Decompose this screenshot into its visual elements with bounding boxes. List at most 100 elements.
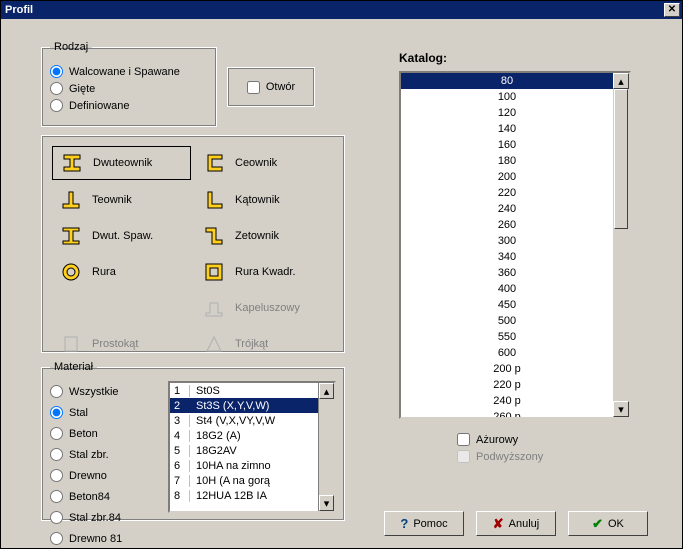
katalog-row[interactable]: 200: [401, 169, 613, 185]
katalog-row[interactable]: 220: [401, 185, 613, 201]
right-checks: Ażurowy Podwyższony: [457, 429, 543, 467]
katalog-row[interactable]: 260 p: [401, 409, 613, 419]
dialog-profil: Profil ✕ Rodzaj Walcowane i Spawane Gięt…: [0, 0, 683, 549]
check-otwor[interactable]: Otwór: [247, 81, 295, 94]
radio-walcowane-input[interactable]: [50, 65, 63, 78]
katalog-row[interactable]: 500: [401, 313, 613, 329]
angle-icon: [203, 189, 225, 211]
scrollbar[interactable]: ▴ ▾: [318, 383, 334, 511]
katalog-row[interactable]: 80: [401, 73, 613, 89]
check-azurowy[interactable]: Ażurowy: [457, 433, 543, 446]
help-icon: ?: [400, 516, 408, 531]
rodzaj-legend: Rodzaj: [50, 41, 92, 53]
shape-ceownik[interactable]: Ceownik: [195, 146, 334, 180]
square-pipe-icon: [203, 261, 225, 283]
close-button[interactable]: ✕: [664, 3, 680, 17]
anuluj-button[interactable]: ✘ Anuluj: [476, 511, 556, 536]
radio-wszystkie[interactable]: Wszystkie: [50, 385, 158, 398]
check-otwor-input[interactable]: [247, 81, 260, 94]
katalog-row[interactable]: 600: [401, 345, 613, 361]
katalog-row[interactable]: 240 p: [401, 393, 613, 409]
shape-label: Dwut. Spaw.: [92, 230, 153, 242]
katalog-row[interactable]: 340: [401, 249, 613, 265]
scroll-thumb[interactable]: [614, 89, 628, 229]
katalog-row[interactable]: 400: [401, 281, 613, 297]
katalog-row[interactable]: 240: [401, 201, 613, 217]
material-list-row[interactable]: 518G2AV: [170, 443, 334, 458]
katalog-row[interactable]: 450: [401, 297, 613, 313]
scroll-up-icon[interactable]: ▴: [319, 383, 334, 399]
katalog-row[interactable]: 360: [401, 265, 613, 281]
radio-definiowane-input[interactable]: [50, 99, 63, 112]
material-list-row[interactable]: 710H (A na gorą: [170, 473, 334, 488]
button-bar: ? Pomoc ✘ Anuluj ✔ OK: [384, 511, 648, 536]
material-list-row[interactable]: 3St4 (V,X,VY,V,W: [170, 413, 334, 428]
shape-label: Rura Kwadr.: [235, 266, 296, 278]
check-podwyzszony: Podwyższony: [457, 450, 543, 463]
triangle-icon: [203, 333, 225, 355]
shape-prostokat: Prostokąt: [52, 328, 191, 360]
shape-trojkat: Trójkąt: [195, 328, 334, 360]
shape-label: Prostokąt: [92, 338, 138, 350]
shape-dwut-spaw[interactable]: Dwut. Spaw.: [52, 220, 191, 252]
shape-label: Kątownik: [235, 194, 280, 206]
radio-beton[interactable]: Beton: [50, 427, 158, 440]
radio-beton84[interactable]: Beton84: [50, 490, 158, 503]
material-list[interactable]: 1St0S2St3S (X,Y,V,W)3St4 (V,X,VY,V,W418G…: [168, 381, 336, 513]
checkmark-icon: ✔: [592, 516, 603, 532]
katalog-row[interactable]: 300: [401, 233, 613, 249]
scroll-down-icon[interactable]: ▾: [319, 495, 334, 511]
radio-stal-zbr84[interactable]: Stal zbr.84: [50, 511, 158, 524]
pomoc-button[interactable]: ? Pomoc: [384, 511, 464, 536]
t-beam-icon: [60, 189, 82, 211]
radio-drewno81[interactable]: Drewno 81: [50, 532, 158, 545]
material-list-row[interactable]: 2St3S (X,Y,V,W): [170, 398, 334, 413]
scrollbar[interactable]: ▴ ▾: [613, 73, 629, 417]
material-list-row[interactable]: 1St0S: [170, 383, 334, 398]
katalog-row[interactable]: 160: [401, 137, 613, 153]
radio-giete[interactable]: Gięte: [50, 82, 208, 95]
check-otwor-label: Otwór: [266, 81, 295, 93]
radio-stal-zbr[interactable]: Stal zbr.: [50, 448, 158, 461]
katalog-list[interactable]: 8010012014016018020022024026030034036040…: [399, 71, 631, 419]
rect-icon: [60, 333, 82, 355]
close-icon: ✕: [668, 5, 676, 15]
radio-giete-input[interactable]: [50, 82, 63, 95]
katalog-row[interactable]: 180: [401, 153, 613, 169]
shape-katownik[interactable]: Kątownik: [195, 184, 334, 216]
material-list-row[interactable]: 610HA na zimno: [170, 458, 334, 473]
shape-teownik[interactable]: Teownik: [52, 184, 191, 216]
shape-rura[interactable]: Rura: [52, 256, 191, 288]
material-radios: Wszystkie Stal Beton Stal zbr. Drewno Be…: [50, 381, 158, 513]
shape-kapeluszowy: Kapeluszowy: [195, 292, 334, 324]
katalog-row[interactable]: 220 p: [401, 377, 613, 393]
shape-dwuteownik[interactable]: Dwuteownik: [52, 146, 191, 180]
katalog-row[interactable]: 200 p: [401, 361, 613, 377]
radio-definiowane[interactable]: Definiowane: [50, 99, 208, 112]
material-list-row[interactable]: 812HUA 12B IA: [170, 488, 334, 503]
pipe-icon: [60, 261, 82, 283]
katalog-row[interactable]: 260: [401, 217, 613, 233]
radio-drewno[interactable]: Drewno: [50, 469, 158, 482]
ok-button[interactable]: ✔ OK: [568, 511, 648, 536]
shape-label: Trójkąt: [235, 338, 268, 350]
shape-label: Ceownik: [235, 157, 277, 169]
scroll-down-icon[interactable]: ▾: [613, 401, 629, 417]
material-group: Materiał Wszystkie Stal Beton Stal zbr. …: [41, 361, 345, 521]
shape-zetownik[interactable]: Zetownik: [195, 220, 334, 252]
radio-stal[interactable]: Stal: [50, 406, 158, 419]
katalog-row[interactable]: 100: [401, 89, 613, 105]
scroll-up-icon[interactable]: ▴: [613, 73, 629, 89]
window-title: Profil: [5, 4, 33, 16]
radio-definiowane-label: Definiowane: [69, 100, 130, 112]
z-beam-icon: [203, 225, 225, 247]
material-list-row[interactable]: 418G2 (A): [170, 428, 334, 443]
c-beam-icon: [203, 152, 225, 174]
radio-walcowane[interactable]: Walcowane i Spawane: [50, 65, 208, 78]
katalog-row[interactable]: 120: [401, 105, 613, 121]
material-legend: Materiał: [50, 361, 97, 373]
radio-giete-label: Gięte: [69, 83, 95, 95]
katalog-row[interactable]: 140: [401, 121, 613, 137]
shape-rura-kwadr[interactable]: Rura Kwadr.: [195, 256, 334, 288]
katalog-row[interactable]: 550: [401, 329, 613, 345]
